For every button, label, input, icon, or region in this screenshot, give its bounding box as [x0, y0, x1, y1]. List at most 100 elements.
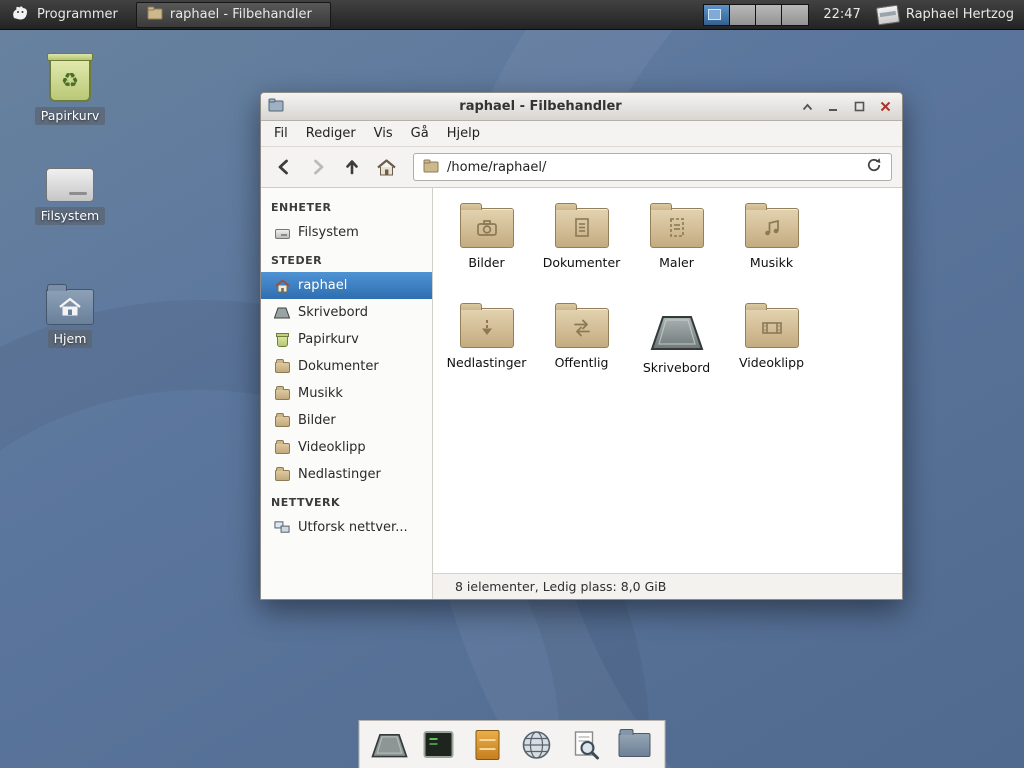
dock-show-desktop-button[interactable]	[367, 724, 413, 766]
folder-icon	[745, 308, 799, 348]
sidebar-item-label: raphael	[298, 278, 347, 293]
top-panel: Programmer raphael - Filbehandler 22:47 …	[0, 0, 1024, 30]
clock[interactable]: 22:47	[823, 7, 860, 22]
workspace-3[interactable]	[756, 5, 782, 25]
sidebar-item-documents[interactable]: Dokumenter	[261, 353, 432, 380]
file-manager-icon	[147, 6, 163, 24]
back-button[interactable]	[271, 154, 297, 180]
folder-icon	[274, 440, 290, 456]
folder-icon	[745, 208, 799, 248]
sidebar-item-downloads[interactable]: Nedlastinger	[261, 461, 432, 488]
desktop-icon-trash[interactable]: ♻ Papirkurv	[24, 58, 116, 125]
download-emblem-icon	[475, 316, 499, 340]
folder-icon	[460, 308, 514, 348]
taskbar-window-button[interactable]: raphael - Filbehandler	[136, 2, 331, 28]
file-item-nedlastinger[interactable]: Nedlastinger	[439, 300, 534, 400]
forward-button[interactable]	[305, 154, 331, 180]
sidebar-item-label: Nedlastinger	[298, 467, 381, 482]
sidebar-item-raphael[interactable]: raphael	[261, 272, 432, 299]
file-item-bilder[interactable]: Bilder	[439, 200, 534, 300]
menu-help[interactable]: Hjelp	[438, 122, 489, 145]
sidebar-item-label: Musikk	[298, 386, 343, 401]
file-item-videoklipp[interactable]: Videoklipp	[724, 300, 819, 400]
sidebar-item-label: Skrivebord	[298, 305, 368, 320]
titlebar[interactable]: raphael - Filbehandler	[261, 93, 902, 121]
file-label: Nedlastinger	[447, 355, 527, 370]
user-name: Raphael Hertzog	[906, 7, 1014, 22]
globe-icon	[521, 729, 553, 761]
workspace-2[interactable]	[730, 5, 756, 25]
search-icon	[570, 729, 602, 761]
folder-icon	[555, 208, 609, 248]
sidebar-header-places: STEDER	[261, 246, 432, 272]
applications-menu[interactable]: Programmer	[0, 0, 128, 29]
desktop-icon-label: Hjem	[48, 330, 93, 348]
file-item-skrivebord[interactable]: Skrivebord	[629, 300, 724, 400]
up-button[interactable]	[339, 154, 365, 180]
file-item-offentlig[interactable]: Offentlig	[534, 300, 629, 400]
document-emblem-icon	[570, 216, 594, 240]
menu-edit[interactable]: Rediger	[297, 122, 365, 145]
file-item-maler[interactable]: Maler	[629, 200, 724, 300]
home-icon	[274, 278, 290, 294]
menu-file[interactable]: Fil	[265, 122, 297, 145]
desktop-icon-label: Filsystem	[35, 207, 105, 225]
close-button[interactable]	[875, 97, 895, 117]
folder-icon	[423, 158, 439, 177]
minimize-button[interactable]	[823, 97, 843, 117]
desktop-icon-home[interactable]: Hjem	[24, 282, 116, 348]
main-pane: Bilder Dokumenter Maler	[433, 188, 902, 599]
applications-menu-label: Programmer	[37, 7, 118, 22]
menu-go[interactable]: Gå	[402, 122, 438, 145]
sidebar-item-videos[interactable]: Videoklipp	[261, 434, 432, 461]
desktop-icon-filesystem[interactable]: Filsystem	[24, 160, 116, 225]
template-emblem-icon	[665, 216, 689, 240]
share-emblem-icon	[570, 316, 594, 340]
file-item-dokumenter[interactable]: Dokumenter	[534, 200, 629, 300]
file-label: Dokumenter	[543, 255, 621, 270]
toolbar: /home/raphael/	[261, 147, 902, 188]
maximize-button[interactable]	[849, 97, 869, 117]
sidebar-item-label: Papirkurv	[298, 332, 359, 347]
sidebar-item-label: Dokumenter	[298, 359, 379, 374]
folder-icon	[274, 413, 290, 429]
dock-file-cabinet-button[interactable]	[465, 724, 511, 766]
file-item-musikk[interactable]: Musikk	[724, 200, 819, 300]
sidebar-item-desktop[interactable]: Skrivebord	[261, 299, 432, 326]
film-emblem-icon	[759, 316, 785, 340]
sidebar-item-pictures[interactable]: Bilder	[261, 407, 432, 434]
refresh-button[interactable]	[866, 157, 882, 177]
home-button[interactable]	[373, 154, 399, 180]
workspace-1[interactable]	[704, 5, 730, 25]
folder-icon	[274, 467, 290, 483]
desktop-icon	[274, 305, 290, 321]
dock-terminal-button[interactable]	[416, 724, 462, 766]
dock-file-manager-button[interactable]	[612, 724, 658, 766]
menu-view[interactable]: Vis	[365, 122, 402, 145]
status-text: 8 ielementer, Ledig plass: 8,0 GiB	[455, 579, 666, 594]
sidebar-item-filesystem[interactable]: Filsystem	[261, 219, 432, 246]
file-cabinet-icon	[476, 730, 500, 760]
sidebar-item-label: Utforsk nettver...	[298, 520, 408, 535]
window-body: ENHETER Filsystem STEDER raphael Skriveb…	[261, 188, 902, 599]
user-icon	[876, 4, 900, 25]
file-label: Musikk	[750, 255, 793, 270]
drive-icon	[46, 168, 94, 202]
file-label: Bilder	[468, 255, 504, 270]
sidebar-item-music[interactable]: Musikk	[261, 380, 432, 407]
drive-icon	[274, 225, 290, 241]
workspace-4[interactable]	[782, 5, 808, 25]
shade-button[interactable]	[797, 97, 817, 117]
user-menu[interactable]: Raphael Hertzog	[877, 6, 1024, 24]
sidebar-item-browse-network[interactable]: Utforsk nettver...	[261, 514, 432, 541]
file-label: Skrivebord	[643, 360, 710, 375]
dock-search-button[interactable]	[563, 724, 609, 766]
trash-icon	[274, 332, 290, 348]
workspace-switcher	[703, 4, 809, 26]
sidebar-item-trash[interactable]: Papirkurv	[261, 326, 432, 353]
dock-web-browser-button[interactable]	[514, 724, 560, 766]
folder-icon	[460, 208, 514, 248]
file-label: Offentlig	[555, 355, 609, 370]
location-bar[interactable]: /home/raphael/	[413, 153, 892, 181]
file-grid[interactable]: Bilder Dokumenter Maler	[433, 188, 902, 573]
